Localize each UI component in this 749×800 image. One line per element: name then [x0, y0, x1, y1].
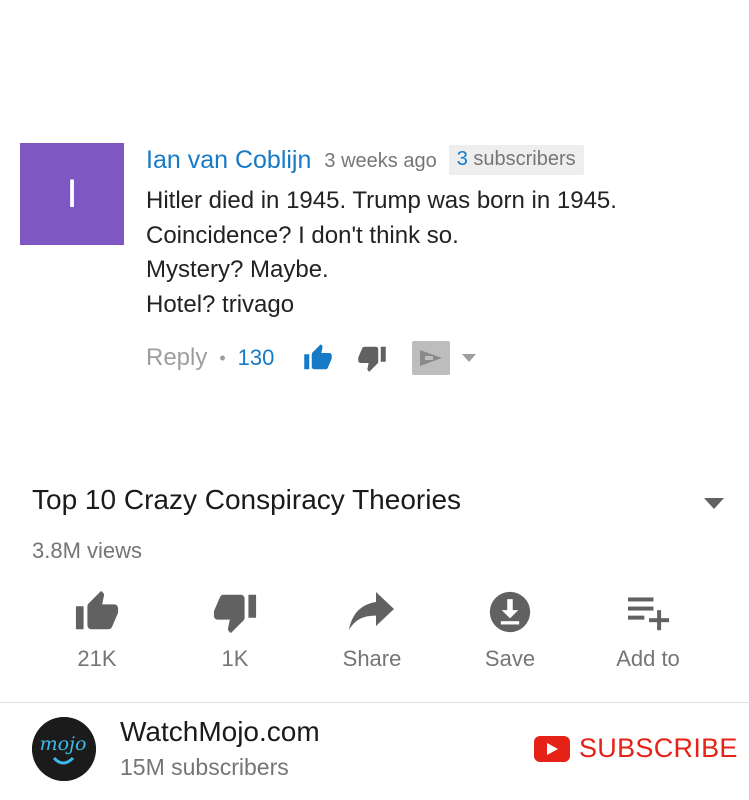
- reply-button[interactable]: Reply: [146, 344, 207, 372]
- dislike-button[interactable]: 1K: [175, 588, 295, 672]
- watchmojo-logo-icon: mojo: [32, 717, 96, 781]
- avatar-letter: I: [66, 171, 78, 216]
- comment-author[interactable]: Ian van Coblijn: [146, 146, 311, 175]
- comment-timestamp[interactable]: 3 weeks ago: [324, 150, 436, 173]
- save-label: Save: [484, 646, 536, 671]
- add-to-label: Add to: [616, 646, 680, 671]
- comment-actions: Reply • 130: [146, 339, 477, 377]
- subscriber-badge-count: 3: [456, 148, 468, 170]
- subscribe-label: SUBSCRIBE: [579, 733, 738, 763]
- add-to-button[interactable]: Add to: [588, 588, 708, 672]
- comment-like-count: 130: [237, 345, 275, 370]
- subscriber-badge: 3 subscribers: [448, 145, 584, 175]
- caret-down-icon[interactable]: [462, 354, 477, 362]
- channel-avatar[interactable]: mojo: [32, 717, 96, 781]
- thumbs-down-icon: [211, 588, 259, 636]
- comment-avatar[interactable]: I: [20, 143, 124, 245]
- video-title[interactable]: Top 10 Crazy Conspiracy Theories: [32, 484, 461, 516]
- channel-name[interactable]: WatchMojo.com: [120, 716, 320, 748]
- comment-line: Hotel? trivago: [146, 290, 295, 318]
- thumbs-down-icon[interactable]: [356, 343, 388, 373]
- like-button[interactable]: 21K: [37, 588, 157, 672]
- svg-text:mojo: mojo: [40, 733, 87, 755]
- comment-text: Hitler died in 1945. Trump was born in 1…: [146, 184, 617, 322]
- flag-icon[interactable]: [412, 341, 451, 375]
- save-button[interactable]: Save: [450, 588, 570, 672]
- comment-line: Coincidence? I don't think so.: [146, 221, 459, 249]
- view-count: 3.8M views: [32, 538, 143, 563]
- download-icon: [488, 588, 532, 636]
- like-count: 21K: [77, 646, 117, 671]
- divider: [0, 702, 749, 703]
- chevron-down-icon[interactable]: [704, 498, 724, 509]
- subscribe-button[interactable]: SUBSCRIBE: [534, 733, 738, 764]
- dislike-count: 1K: [221, 646, 249, 671]
- subscriber-badge-label: subscribers: [467, 148, 576, 170]
- video-actions: 21K 1K Share Save Add to: [0, 588, 749, 678]
- separator-dot: •: [219, 347, 226, 368]
- comment-line: Hitler died in 1945. Trump was born in 1…: [146, 187, 617, 214]
- share-label: Share: [342, 646, 402, 671]
- share-icon: [347, 588, 397, 636]
- thumbs-up-icon: [73, 588, 121, 636]
- share-button[interactable]: Share: [312, 588, 432, 672]
- channel-subscriber-count: 15M subscribers: [120, 754, 289, 780]
- comment-header: Ian van Coblijn 3 weeks ago 3 subscriber…: [146, 143, 584, 177]
- playlist-add-icon: [626, 588, 670, 636]
- thumbs-up-icon[interactable]: [302, 343, 334, 373]
- comment: I Ian van Coblijn 3 weeks ago 3 subscrib…: [0, 0, 749, 440]
- youtube-play-icon: [534, 735, 570, 762]
- comment-line: Mystery? Maybe.: [146, 256, 329, 283]
